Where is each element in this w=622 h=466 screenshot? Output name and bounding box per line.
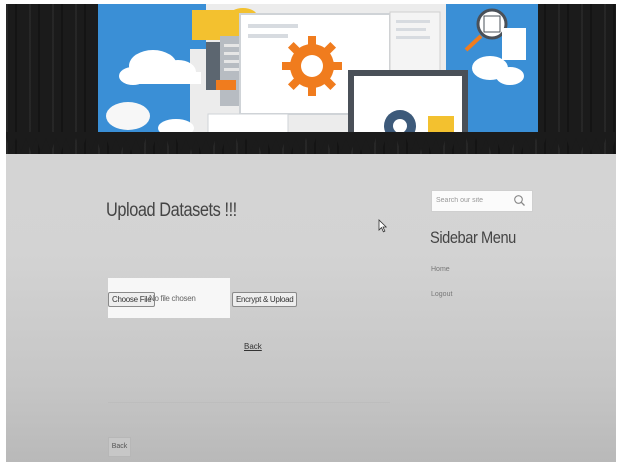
back-link[interactable]: Back bbox=[244, 342, 262, 351]
search-box bbox=[431, 190, 533, 212]
search-icon[interactable] bbox=[513, 194, 526, 207]
header-zigzag-border bbox=[6, 132, 616, 152]
back-button[interactable]: Back bbox=[108, 437, 131, 457]
sidebar-title: Sidebar Menu bbox=[430, 228, 516, 247]
page: Upload Datasets !!! Choose File No file … bbox=[6, 4, 616, 462]
gear-icon bbox=[282, 36, 342, 96]
header-banner-illustration bbox=[98, 4, 538, 137]
sidebar-link-home[interactable]: Home bbox=[431, 266, 450, 273]
site-header bbox=[6, 4, 616, 154]
file-status-text: No file chosen bbox=[149, 294, 196, 303]
search-input[interactable] bbox=[436, 194, 506, 207]
encrypt-upload-button[interactable]: Encrypt & Upload bbox=[232, 292, 298, 307]
page-title: Upload Datasets !!! bbox=[106, 200, 237, 221]
mouse-cursor-icon bbox=[378, 219, 387, 233]
sidebar-link-logout[interactable]: Logout bbox=[431, 291, 452, 298]
content-divider bbox=[108, 402, 390, 403]
